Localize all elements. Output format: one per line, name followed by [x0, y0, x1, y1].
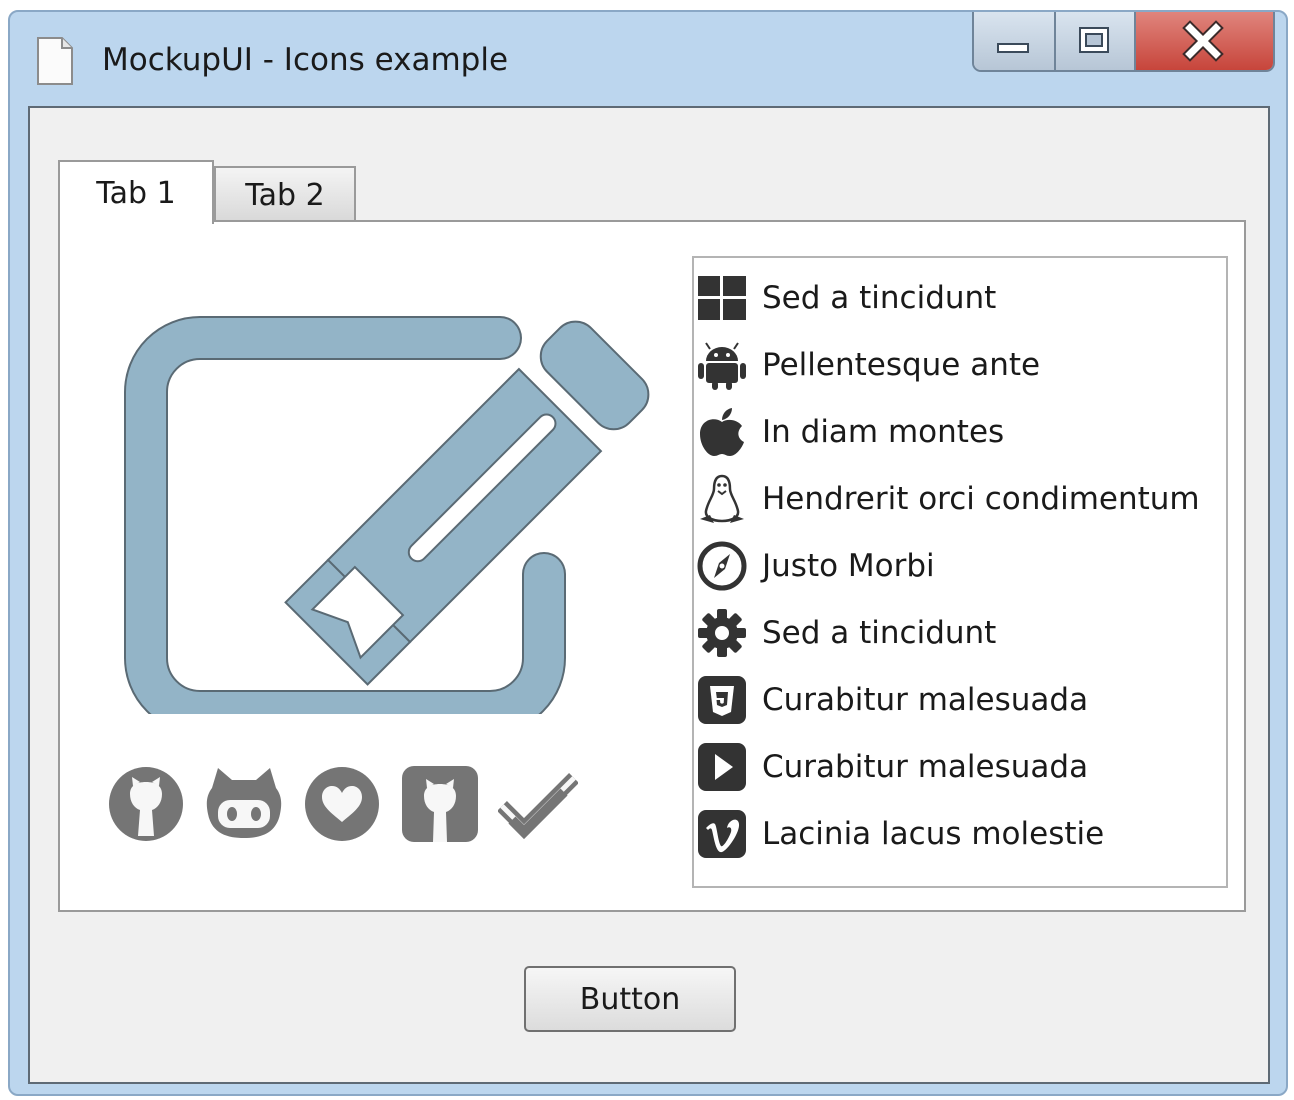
list-item-label: Curabitur malesuada	[762, 749, 1089, 785]
caption-buttons	[972, 12, 1275, 72]
list-item-label: Sed a tincidunt	[762, 615, 997, 651]
list-item-label: Lacinia lacus molestie	[762, 816, 1105, 852]
tab-2[interactable]: Tab 2	[214, 166, 356, 222]
edit-pencil-icon	[124, 316, 650, 714]
heart-circle-icon	[305, 767, 379, 841]
minimize-icon	[997, 43, 1029, 53]
play-square-icon	[698, 743, 746, 791]
windows-icon	[698, 276, 746, 320]
list-item-label: Curabitur malesuada	[762, 682, 1089, 718]
client-area: Tab 1 Tab 2 Sed a tincidunt Pellentesque…	[28, 106, 1270, 1084]
minimize-button[interactable]	[974, 12, 1056, 70]
app-window: MockupUI - Icons example Tab 1 Tab 2 Sed…	[8, 10, 1288, 1096]
maximize-icon	[1079, 27, 1109, 53]
tab-1[interactable]: Tab 1	[58, 160, 214, 224]
github-alt-icon	[206, 768, 282, 838]
window-title: MockupUI - Icons example	[102, 42, 509, 78]
compass-icon	[697, 541, 747, 591]
list-item-label: Justo Morbi	[762, 548, 935, 584]
apple-icon	[700, 408, 744, 456]
list-item-label: Pellentesque ante	[762, 347, 1041, 383]
list-item[interactable]: Justo Morbi	[696, 538, 935, 594]
list-item-label: In diam montes	[762, 414, 1005, 450]
close-button[interactable]	[1136, 12, 1273, 70]
check-double-icon	[498, 773, 578, 840]
list-item[interactable]: Hendrerit orci condimentum	[696, 471, 1200, 527]
list-item[interactable]: Lacinia lacus molestie	[696, 806, 1104, 862]
main-button[interactable]: Button	[524, 966, 736, 1032]
github-square-icon	[402, 766, 478, 842]
linux-icon	[700, 474, 744, 523]
list-item[interactable]: Pellentesque ante	[696, 337, 1040, 393]
list-item-label: Sed a tincidunt	[762, 280, 997, 316]
icon-list[interactable]: Sed a tincidunt Pellentesque ante In dia…	[692, 256, 1228, 888]
gear-icon	[698, 609, 746, 657]
list-item[interactable]: Sed a tincidunt	[696, 605, 996, 661]
list-item[interactable]: Curabitur malesuada	[696, 739, 1088, 795]
list-item[interactable]: Sed a tincidunt	[696, 270, 996, 326]
document-icon	[37, 37, 73, 85]
list-item[interactable]: Curabitur malesuada	[696, 672, 1088, 728]
list-item-label: Hendrerit orci condimentum	[762, 481, 1200, 517]
android-icon	[698, 342, 746, 390]
github-icon	[109, 767, 183, 841]
close-icon	[1182, 20, 1224, 62]
tab-panel: Sed a tincidunt Pellentesque ante In dia…	[58, 220, 1246, 912]
html5-icon	[698, 676, 746, 724]
list-item[interactable]: In diam montes	[696, 404, 1004, 460]
vimeo-icon	[698, 810, 746, 858]
maximize-button[interactable]	[1056, 12, 1136, 70]
